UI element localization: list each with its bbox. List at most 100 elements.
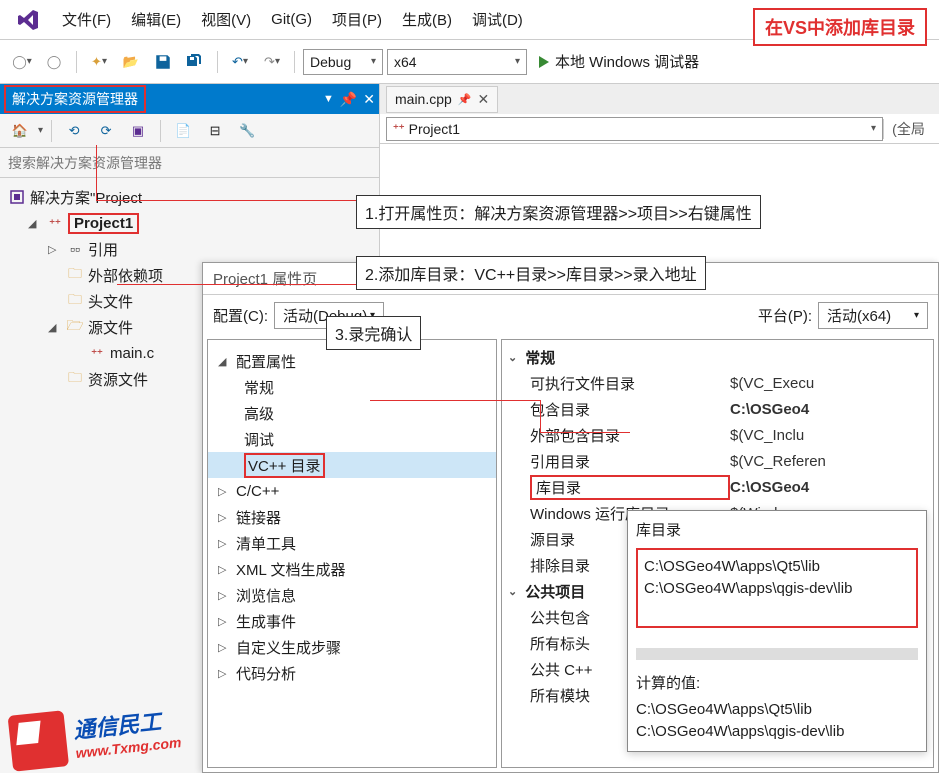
dialog-body: ◢配置属性 常规 高级 调试 VC++ 目录 ▷C/C++ ▷链接器 ▷清单工具… bbox=[203, 335, 938, 772]
prop-name: 库目录 bbox=[530, 475, 730, 500]
menu-build[interactable]: 生成(B) bbox=[392, 3, 462, 36]
grid-row-lib-dirs[interactable]: 库目录C:\OSGeo4 bbox=[502, 474, 933, 500]
scope-dropdown[interactable]: ⁺⁺ Project1 ▾ bbox=[386, 117, 883, 141]
popup-title: 库目录 bbox=[636, 519, 918, 540]
prop-value: $(VC_Execu bbox=[730, 375, 814, 392]
annotation-step2: 2.添加库目录：VC++目录>>库目录>>录入地址 bbox=[356, 256, 706, 290]
tree-config-props[interactable]: ◢配置属性 bbox=[208, 348, 496, 374]
prop-name: 可执行文件目录 bbox=[530, 373, 730, 394]
tree-browse[interactable]: ▷浏览信息 bbox=[208, 582, 496, 608]
platform-dropdown[interactable]: 活动(x64)▾ bbox=[818, 302, 928, 329]
editor-tab-main[interactable]: main.cpp 📌 ✕ bbox=[386, 86, 498, 113]
tree-label: 常规 bbox=[244, 377, 274, 398]
tree-label: 自定义生成步骤 bbox=[236, 637, 341, 658]
start-debug-button[interactable]: 本地 Windows 调试器 bbox=[531, 48, 707, 76]
main-file-label: main.c bbox=[110, 345, 154, 362]
config-value: Debug bbox=[310, 54, 351, 70]
menu-view[interactable]: 视图(V) bbox=[191, 3, 261, 36]
tree-label: 浏览信息 bbox=[236, 585, 296, 606]
close-icon[interactable]: ✕ bbox=[478, 91, 490, 108]
project-node[interactable]: ◢ ⁺⁺ Project1 bbox=[0, 210, 379, 236]
tree-xml[interactable]: ▷XML 文档生成器 bbox=[208, 556, 496, 582]
pin-icon[interactable]: 📌 bbox=[458, 93, 472, 106]
menu-file[interactable]: 文件(F) bbox=[52, 3, 121, 36]
redo-button[interactable]: ↷▾ bbox=[258, 48, 286, 76]
tree-vc-dirs[interactable]: VC++ 目录 bbox=[208, 452, 496, 478]
grid-row-include-dirs[interactable]: 包含目录C:\OSGeo4 bbox=[502, 396, 933, 422]
close-icon[interactable]: ✕ bbox=[363, 91, 375, 108]
property-pages-dialog: Project1 属性页 配置(C): 活动(Debug)▾ 平台(P): 活动… bbox=[202, 262, 939, 773]
grid-section-general[interactable]: ⌄常规 bbox=[502, 344, 933, 370]
menu-debug[interactable]: 调试(D) bbox=[462, 3, 533, 36]
grid-row-exe-dirs[interactable]: 可执行文件目录$(VC_Execu bbox=[502, 370, 933, 396]
save-button[interactable] bbox=[149, 48, 177, 76]
folder-icon: 🗀 bbox=[66, 292, 84, 310]
new-item-button[interactable]: ✦▾ bbox=[85, 48, 113, 76]
expand-icon[interactable]: ◢ bbox=[48, 321, 62, 334]
menu-git[interactable]: Git(G) bbox=[261, 5, 322, 34]
refresh-button[interactable]: ⟳ bbox=[92, 117, 120, 145]
tree-general[interactable]: 常规 bbox=[208, 374, 496, 400]
menu-edit[interactable]: 编辑(E) bbox=[121, 3, 191, 36]
show-all-button[interactable]: 📄 bbox=[169, 117, 197, 145]
property-tree: ◢配置属性 常规 高级 调试 VC++ 目录 ▷C/C++ ▷链接器 ▷清单工具… bbox=[207, 339, 497, 768]
tree-label: 链接器 bbox=[236, 507, 281, 528]
tree-label: 调试 bbox=[244, 429, 274, 450]
pin-icon[interactable]: 📌 bbox=[340, 91, 357, 108]
tree-advanced[interactable]: 高级 bbox=[208, 400, 496, 426]
solution-node[interactable]: 解决方案"Project bbox=[0, 184, 379, 210]
tree-code-analysis[interactable]: ▷代码分析 bbox=[208, 660, 496, 686]
calculated-label: 计算的值: bbox=[636, 672, 918, 693]
connector-line bbox=[96, 145, 97, 200]
tree-label: 清单工具 bbox=[236, 533, 296, 554]
platform-dropdown[interactable]: x64▾ bbox=[387, 49, 527, 75]
nav-fwd-button[interactable]: ◯ bbox=[40, 48, 68, 76]
tree-build-events[interactable]: ▷生成事件 bbox=[208, 608, 496, 634]
calc-path: C:\OSGeo4W\apps\qgis-dev\lib bbox=[636, 721, 918, 743]
filter-button[interactable]: ▣ bbox=[124, 117, 152, 145]
prop-value: $(VC_Inclu bbox=[730, 427, 804, 444]
references-node[interactable]: ▷ ▫▫ 引用 bbox=[0, 236, 379, 262]
folder-icon: 🗁 bbox=[66, 318, 84, 336]
sync-button[interactable]: ⟲ bbox=[60, 117, 88, 145]
path-entry[interactable]: C:\OSGeo4W\apps\qgis-dev\lib bbox=[644, 578, 910, 600]
tab-label: main.cpp bbox=[395, 91, 452, 107]
property-grid: ⌄常规 可执行文件目录$(VC_Execu 包含目录C:\OSGeo4 外部包含… bbox=[501, 339, 934, 768]
tree-custom-build[interactable]: ▷自定义生成步骤 bbox=[208, 634, 496, 660]
path-entry[interactable]: C:\OSGeo4W\apps\Qt5\lib bbox=[644, 556, 910, 578]
collapse-button[interactable]: ⊟ bbox=[201, 117, 229, 145]
platform-label: 平台(P): bbox=[758, 305, 812, 326]
section-label: 公共项目 bbox=[525, 581, 585, 602]
connector-line bbox=[117, 284, 357, 285]
home-button[interactable]: 🏠 bbox=[6, 117, 34, 145]
prop-name: 外部包含目录 bbox=[530, 425, 730, 446]
section-label: 常规 bbox=[525, 347, 555, 368]
grid-row-ref-dirs[interactable]: 引用目录$(VC_Referen bbox=[502, 448, 933, 474]
tree-debug[interactable]: 调试 bbox=[208, 426, 496, 452]
grid-row-ext-include[interactable]: 外部包含目录$(VC_Inclu bbox=[502, 422, 933, 448]
cpp-icon: ⁺⁺ bbox=[393, 122, 405, 135]
tree-manifest[interactable]: ▷清单工具 bbox=[208, 530, 496, 556]
expand-icon[interactable]: ◢ bbox=[28, 217, 42, 230]
dropdown-icon[interactable]: ▼ bbox=[323, 93, 334, 105]
properties-button[interactable]: 🔧 bbox=[233, 117, 261, 145]
scrollbar[interactable] bbox=[636, 648, 918, 660]
save-all-button[interactable] bbox=[181, 48, 209, 76]
tree-linker[interactable]: ▷链接器 bbox=[208, 504, 496, 530]
scope-global[interactable]: (全局 bbox=[883, 119, 933, 139]
library-paths-editor[interactable]: C:\OSGeo4W\apps\Qt5\lib C:\OSGeo4W\apps\… bbox=[636, 548, 918, 628]
tree-ccpp[interactable]: ▷C/C++ bbox=[208, 478, 496, 504]
expand-icon[interactable]: ▷ bbox=[48, 243, 62, 256]
toolbar-separator bbox=[294, 51, 295, 73]
folder-icon: 🗀 bbox=[66, 370, 84, 388]
config-dropdown[interactable]: Debug▾ bbox=[303, 49, 383, 75]
watermark-logo-icon bbox=[8, 710, 70, 772]
editor-nav-bar: ⁺⁺ Project1 ▾ (全局 bbox=[380, 114, 939, 144]
tree-label: 高级 bbox=[244, 403, 274, 424]
open-button[interactable]: 📂 bbox=[117, 48, 145, 76]
nav-back-button[interactable]: ◯▾ bbox=[8, 48, 36, 76]
platform-value: 活动(x64) bbox=[827, 305, 891, 326]
solution-search-input[interactable]: 搜索解决方案资源管理器 bbox=[0, 148, 379, 178]
menu-project[interactable]: 项目(P) bbox=[322, 3, 392, 36]
undo-button[interactable]: ↶▾ bbox=[226, 48, 254, 76]
